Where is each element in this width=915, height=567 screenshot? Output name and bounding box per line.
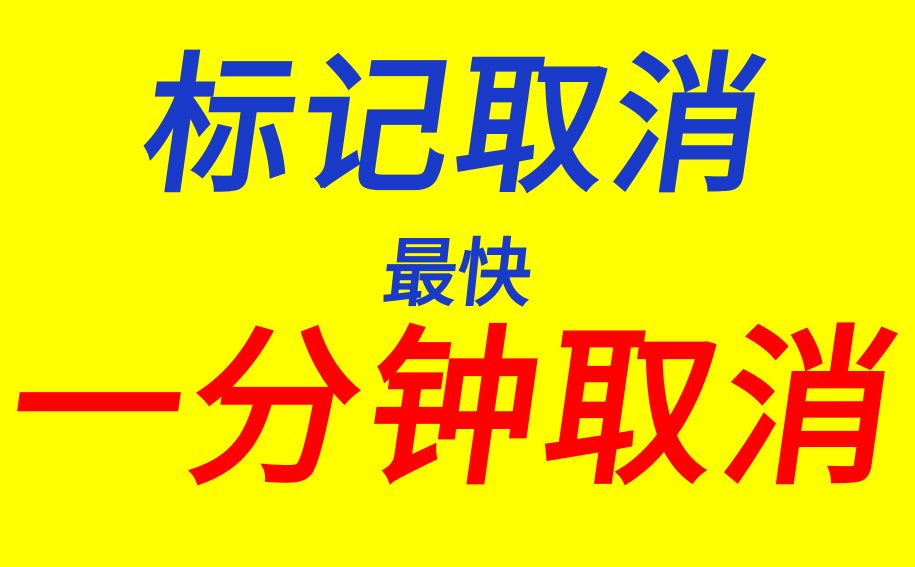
headline-one-minute-cancel: 一分钟取消	[0, 311, 915, 509]
promo-banner: 标记取消 最快 一分钟取消	[0, 0, 915, 567]
headline-mark-cancel: 标记取消	[133, 40, 782, 214]
subheadline-fastest: 最快	[378, 231, 537, 317]
